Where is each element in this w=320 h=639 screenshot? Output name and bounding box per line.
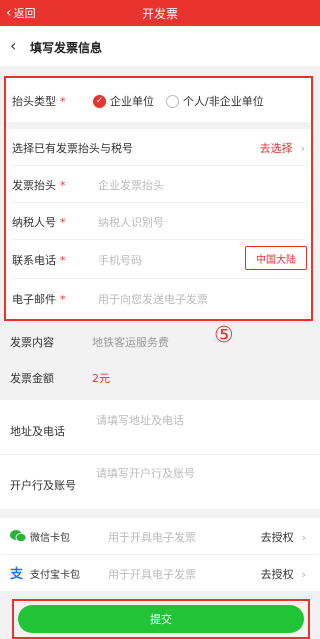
wechat-card-hint: 用于开具电子发票: [108, 531, 196, 544]
invoice-amount-label: 发票金额: [10, 372, 54, 385]
alipay-card-hint: 用于开具电子发票: [108, 568, 196, 581]
invoice-amount-value: 2元: [92, 372, 110, 385]
invoice-content-label: 发票内容: [10, 336, 54, 349]
bank-row: 开户行及账号 请填写开户行及账号: [0, 455, 320, 509]
top-bar: ‹ 返回 开发票: [0, 0, 320, 26]
alipay-card-label: 支付宝卡包: [30, 570, 80, 581]
choose-existing-row[interactable]: 选择已有发票抬头与税号 去选择 ›: [6, 129, 311, 165]
bank-input[interactable]: 请填写开户行及账号: [96, 465, 195, 481]
radio-personal[interactable]: 个人/非企业单位: [166, 93, 264, 109]
address-row: 地址及电话 请填写地址及电话: [0, 400, 320, 454]
tax-id-row: 纳税人号 * 纳税人识别号: [6, 203, 311, 239]
submit-highlight: 提交: [12, 599, 310, 639]
wechat-card-row[interactable]: 微信卡包 用于开具电子发票 去授权 ›: [0, 518, 320, 554]
page-title: 开发票: [141, 7, 178, 21]
alipay-card-row[interactable]: 支 支付宝卡包 用于开具电子发票 去授权 ›: [0, 555, 320, 591]
invoice-title-row: 发票抬头 * 企业发票抬头: [6, 166, 311, 202]
alipay-icon: 支: [10, 566, 24, 580]
address-input[interactable]: 请填写地址及电话: [96, 412, 184, 428]
chevron-right-icon: ›: [300, 142, 305, 155]
phone-label: 联系电话 *: [12, 254, 66, 267]
divider: [6, 122, 311, 129]
choose-link[interactable]: 去选择 ›: [260, 140, 305, 156]
tax-id-label: 纳税人号 *: [12, 216, 66, 229]
wechat-card-label: 微信卡包: [30, 533, 70, 544]
wechat-icon: [10, 530, 26, 543]
checkmark-icon: ✓: [93, 94, 106, 108]
invoice-content-value: 地铁客运服务费: [92, 336, 169, 349]
tax-id-input[interactable]: 纳税人识别号: [98, 214, 164, 230]
region-select-button[interactable]: 中国大陆: [245, 246, 307, 270]
invoice-title-input[interactable]: 企业发票抬头: [98, 177, 164, 193]
phone-row: 联系电话 * 手机号码 中国大陆: [6, 240, 311, 278]
wechat-authorize[interactable]: 去授权 ›: [261, 529, 306, 545]
required-form-highlight: 抬头类型 * ✓ 企业单位 个人/非企业单位 选择已有发票抬头与税号 去选择 › 发…: [4, 76, 313, 321]
choose-existing-label: 选择已有发票抬头与税号: [12, 142, 133, 155]
section-title: 填写发票信息: [30, 41, 103, 55]
annotation-number: ⑤: [214, 323, 234, 348]
alipay-authorize[interactable]: 去授权 ›: [261, 566, 306, 582]
invoice-amount-row: 发票金额 2元: [0, 359, 320, 395]
svg-text:支: 支: [10, 566, 24, 580]
address-label: 地址及电话: [10, 425, 65, 438]
sub-header: ‹ 填写发票信息: [0, 26, 320, 66]
email-label: 电子邮件 *: [12, 293, 66, 306]
submit-button[interactable]: 提交: [18, 605, 304, 633]
radio-empty-icon: [166, 94, 179, 108]
phone-input[interactable]: 手机号码: [98, 252, 142, 268]
invoice-content-row: 发票内容 地铁客运服务费: [0, 323, 320, 359]
invoice-type-row: 抬头类型 * ✓ 企业单位 个人/非企业单位: [6, 78, 311, 122]
radio-company[interactable]: ✓ 企业单位: [93, 93, 154, 109]
invoice-title-label: 发票抬头 *: [12, 179, 66, 192]
chevron-left-icon[interactable]: ‹: [10, 36, 16, 55]
chevron-right-icon: ›: [301, 568, 306, 581]
bank-label: 开户行及账号: [10, 479, 76, 492]
chevron-right-icon: ›: [301, 531, 306, 544]
email-row: 电子邮件 * 用于向您发送电子发票: [6, 279, 311, 319]
invoice-type-label: 抬头类型 *: [12, 95, 66, 108]
email-input[interactable]: 用于向您发送电子发票: [98, 291, 208, 307]
